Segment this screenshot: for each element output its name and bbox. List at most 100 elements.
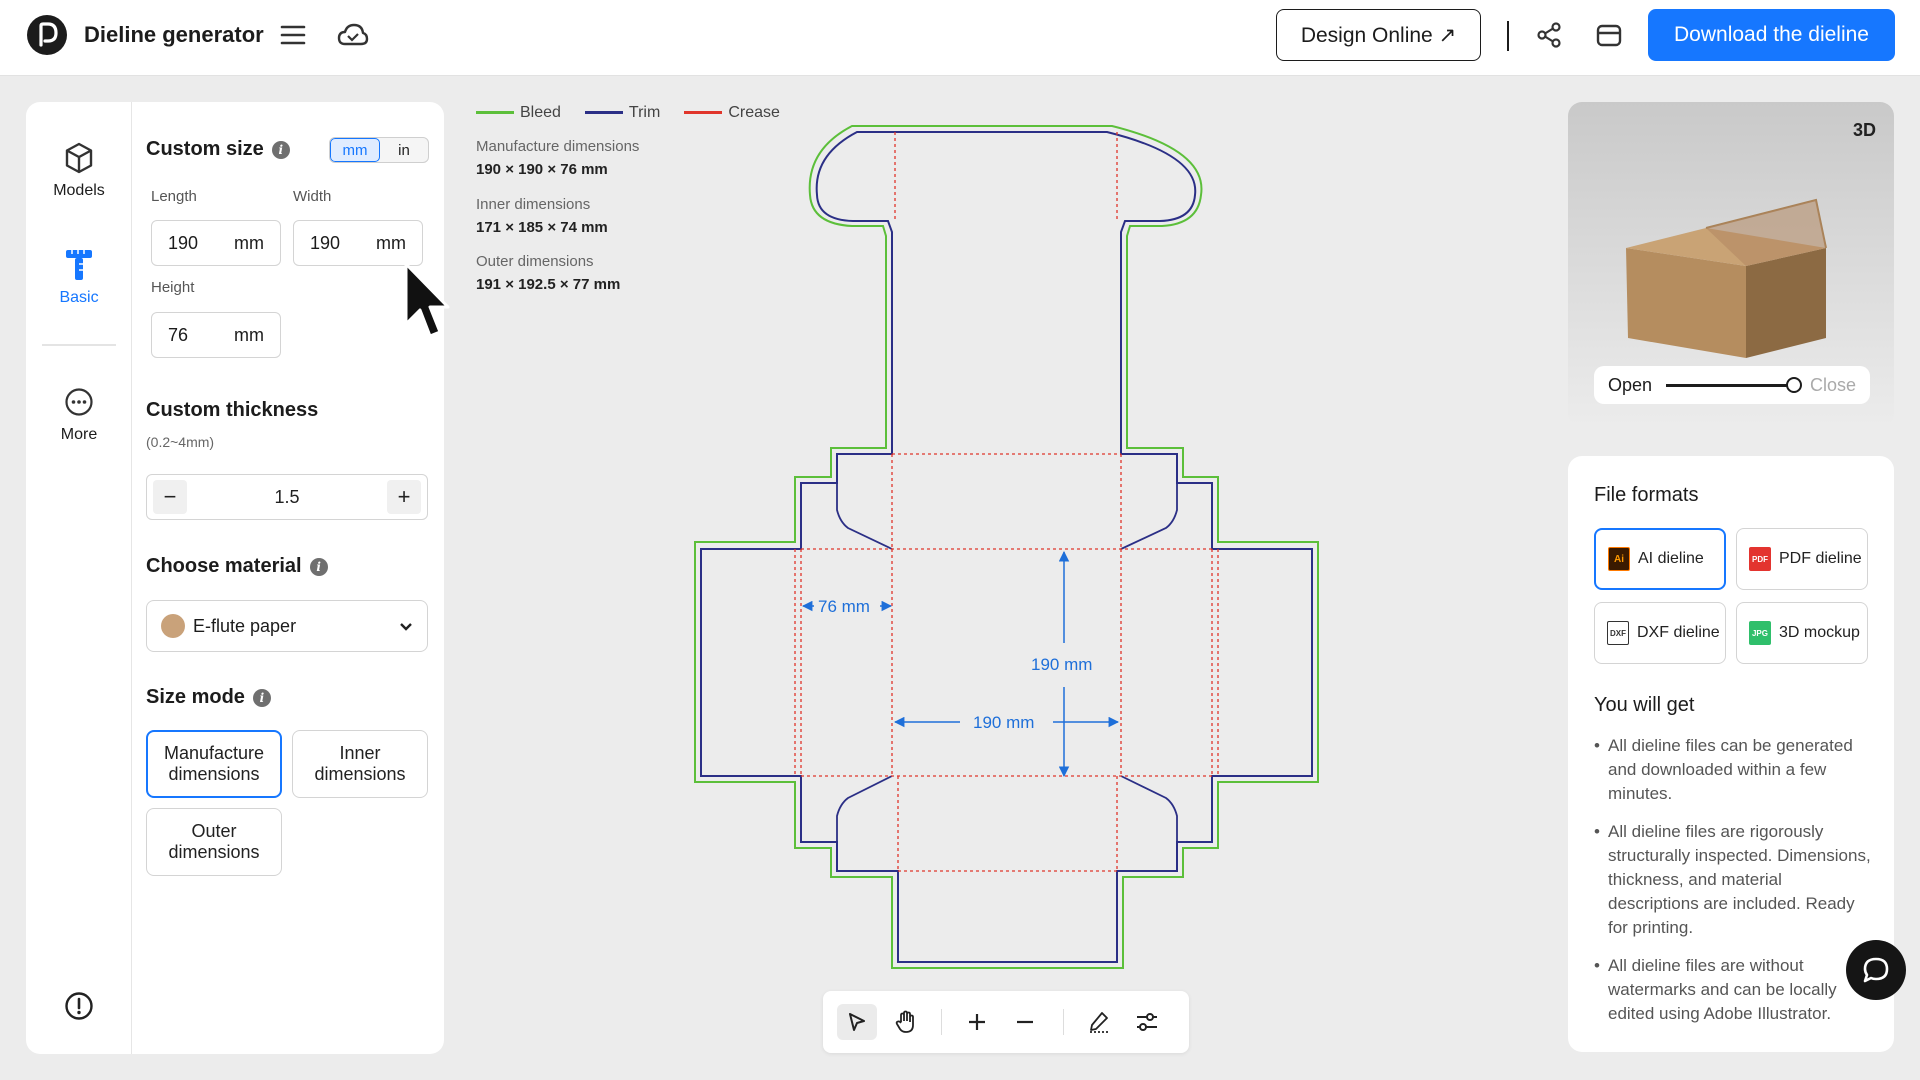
info-icon[interactable]: i — [271, 140, 290, 159]
width-label: Width — [293, 188, 332, 205]
rail-label-more: More — [60, 426, 98, 443]
trim-tabs — [836, 454, 1178, 871]
adjust-settings-icon[interactable] — [1127, 1004, 1167, 1040]
unit-in-option[interactable]: in — [380, 138, 428, 162]
list-item: All dieline files can be generated and d… — [1594, 734, 1876, 806]
length-value: 190 — [168, 232, 199, 253]
thickness-increase-button[interactable]: + — [387, 480, 421, 514]
crease-lines — [794, 132, 1219, 872]
length-dimension-label: 190 mm — [1031, 655, 1092, 674]
info-icon[interactable]: i — [252, 688, 271, 707]
open-label: Open — [1608, 374, 1653, 395]
chat-bubble-icon — [1863, 957, 1889, 983]
design-online-button[interactable]: Design Online ↗ — [1276, 9, 1481, 61]
benefits-list: All dieline files can be generated and d… — [1594, 734, 1876, 1040]
format-3d-label: 3D mockup — [1779, 624, 1860, 641]
width-unit: mm — [376, 232, 406, 253]
trim-outline — [700, 131, 1313, 963]
material-select[interactable]: E-flute paper — [146, 600, 428, 652]
mode-outer-button[interactable]: Outer dimensions — [146, 808, 282, 876]
left-rail: Models Basic More — [26, 102, 132, 1054]
format-dxf-label: DXF dieline — [1637, 624, 1720, 641]
zoom-in-icon[interactable] — [957, 1004, 997, 1040]
length-label: Length — [151, 188, 197, 205]
ai-file-icon: Ai — [1608, 547, 1630, 571]
material-selected: E-flute paper — [193, 615, 297, 636]
rail-label-models: Models — [53, 182, 105, 199]
width-dimension-label: 190 mm — [973, 713, 1034, 732]
pdf-file-icon: PDF — [1749, 547, 1771, 571]
rail-item-models[interactable]: Models — [26, 138, 132, 200]
format-3d-mockup-button[interactable]: JPG 3D mockup — [1736, 602, 1868, 664]
top-bar: Dieline generator Design Online ↗ Downlo… — [0, 0, 1920, 76]
format-pdf-label: PDF dieline — [1779, 550, 1862, 567]
bleed-outline — [694, 125, 1319, 969]
hand-pan-icon[interactable] — [885, 1004, 925, 1040]
mode-manufacture-button[interactable]: Manufacture dimensions — [146, 730, 282, 798]
zoom-out-icon[interactable] — [1005, 1004, 1045, 1040]
ruler-icon — [26, 245, 132, 285]
toolbar-divider — [941, 1009, 942, 1035]
header-divider — [1507, 21, 1509, 51]
feedback-alert-button[interactable] — [26, 986, 132, 1026]
unit-mm-option[interactable]: mm — [330, 138, 380, 162]
legend-trim: Trim — [584, 104, 660, 122]
download-dieline-button[interactable]: Download the dieline — [1648, 9, 1895, 61]
format-ai-label: AI dieline — [1638, 550, 1704, 567]
slider-handle[interactable] — [1785, 376, 1802, 393]
length-field[interactable]: 190 mm — [151, 220, 281, 266]
format-pdf-button[interactable]: PDF PDF dieline — [1736, 528, 1868, 590]
list-item: All dieline files are without watermarks… — [1594, 954, 1876, 1026]
rail-item-basic[interactable]: Basic — [26, 245, 132, 307]
thickness-title: Custom thickness — [146, 399, 319, 421]
close-label: Close — [1809, 374, 1856, 395]
rail-item-more[interactable]: More — [26, 382, 132, 444]
material-title: Choose material i — [146, 555, 328, 578]
height-label: Height — [151, 279, 195, 296]
settings-panel: Models Basic More Custom size i mm in Len… — [26, 102, 444, 1054]
you-will-get-title: You will get — [1594, 694, 1695, 716]
height-unit: mm — [234, 324, 264, 345]
info-icon[interactable]: i — [309, 557, 328, 576]
custom-size-title: Custom size i — [146, 138, 290, 161]
toolbar-divider — [1063, 1009, 1064, 1035]
legend-bleed: Bleed — [476, 104, 561, 122]
mode-inner-button[interactable]: Inner dimensions — [292, 730, 428, 798]
alert-icon — [26, 986, 132, 1026]
dxf-file-icon: DXF — [1607, 621, 1629, 645]
open-close-slider: Open Close — [1594, 366, 1870, 404]
width-value: 190 — [310, 232, 341, 253]
menu-icon[interactable] — [276, 18, 310, 52]
rail-label-basic: Basic — [59, 289, 99, 306]
unit-toggle: mm in — [329, 137, 429, 163]
length-unit: mm — [234, 232, 264, 253]
list-item: All dieline files are rigorously structu… — [1594, 820, 1876, 940]
share-icon[interactable] — [1532, 18, 1566, 52]
measure-pen-icon[interactable] — [1079, 1004, 1119, 1040]
thickness-decrease-button[interactable]: − — [153, 480, 187, 514]
thickness-stepper: − 1.5 + — [146, 474, 428, 520]
mouse-cursor-icon — [404, 262, 450, 338]
more-icon — [26, 382, 132, 422]
outer-dimensions: Outer dimensions 191 × 192.5 × 77 mm — [476, 253, 621, 293]
dieline-canvas[interactable]: 76 mm 190 mm 190 mm — [690, 118, 1330, 978]
height-field[interactable]: 76 mm — [151, 312, 281, 358]
format-dxf-button[interactable]: DXF DXF dieline — [1594, 602, 1726, 664]
manufacture-dimensions: Manufacture dimensions 190 × 190 × 76 mm — [476, 138, 640, 178]
cloud-save-icon[interactable] — [336, 18, 370, 52]
cube-icon — [26, 138, 132, 178]
3d-preview-panel[interactable]: 3D Open Close — [1568, 102, 1894, 428]
jpg-file-icon: JPG — [1749, 621, 1771, 645]
canvas-toolbar — [823, 991, 1189, 1053]
format-ai-button[interactable]: Ai AI dieline — [1594, 528, 1726, 590]
file-formats-panel: File formats Ai AI dieline PDF PDF dieli… — [1568, 456, 1894, 1052]
chat-support-button[interactable] — [1846, 940, 1906, 1000]
select-pointer-icon[interactable] — [837, 1004, 877, 1040]
thickness-value[interactable]: 1.5 — [274, 487, 299, 508]
box-3d-image — [1626, 198, 1827, 358]
3d-view-icon[interactable]: 3D — [1853, 120, 1876, 141]
archive-box-icon[interactable] — [1592, 18, 1626, 52]
open-slider-track[interactable] — [1666, 376, 1802, 393]
file-formats-title: File formats — [1594, 484, 1699, 506]
app-logo-icon[interactable] — [26, 14, 68, 56]
